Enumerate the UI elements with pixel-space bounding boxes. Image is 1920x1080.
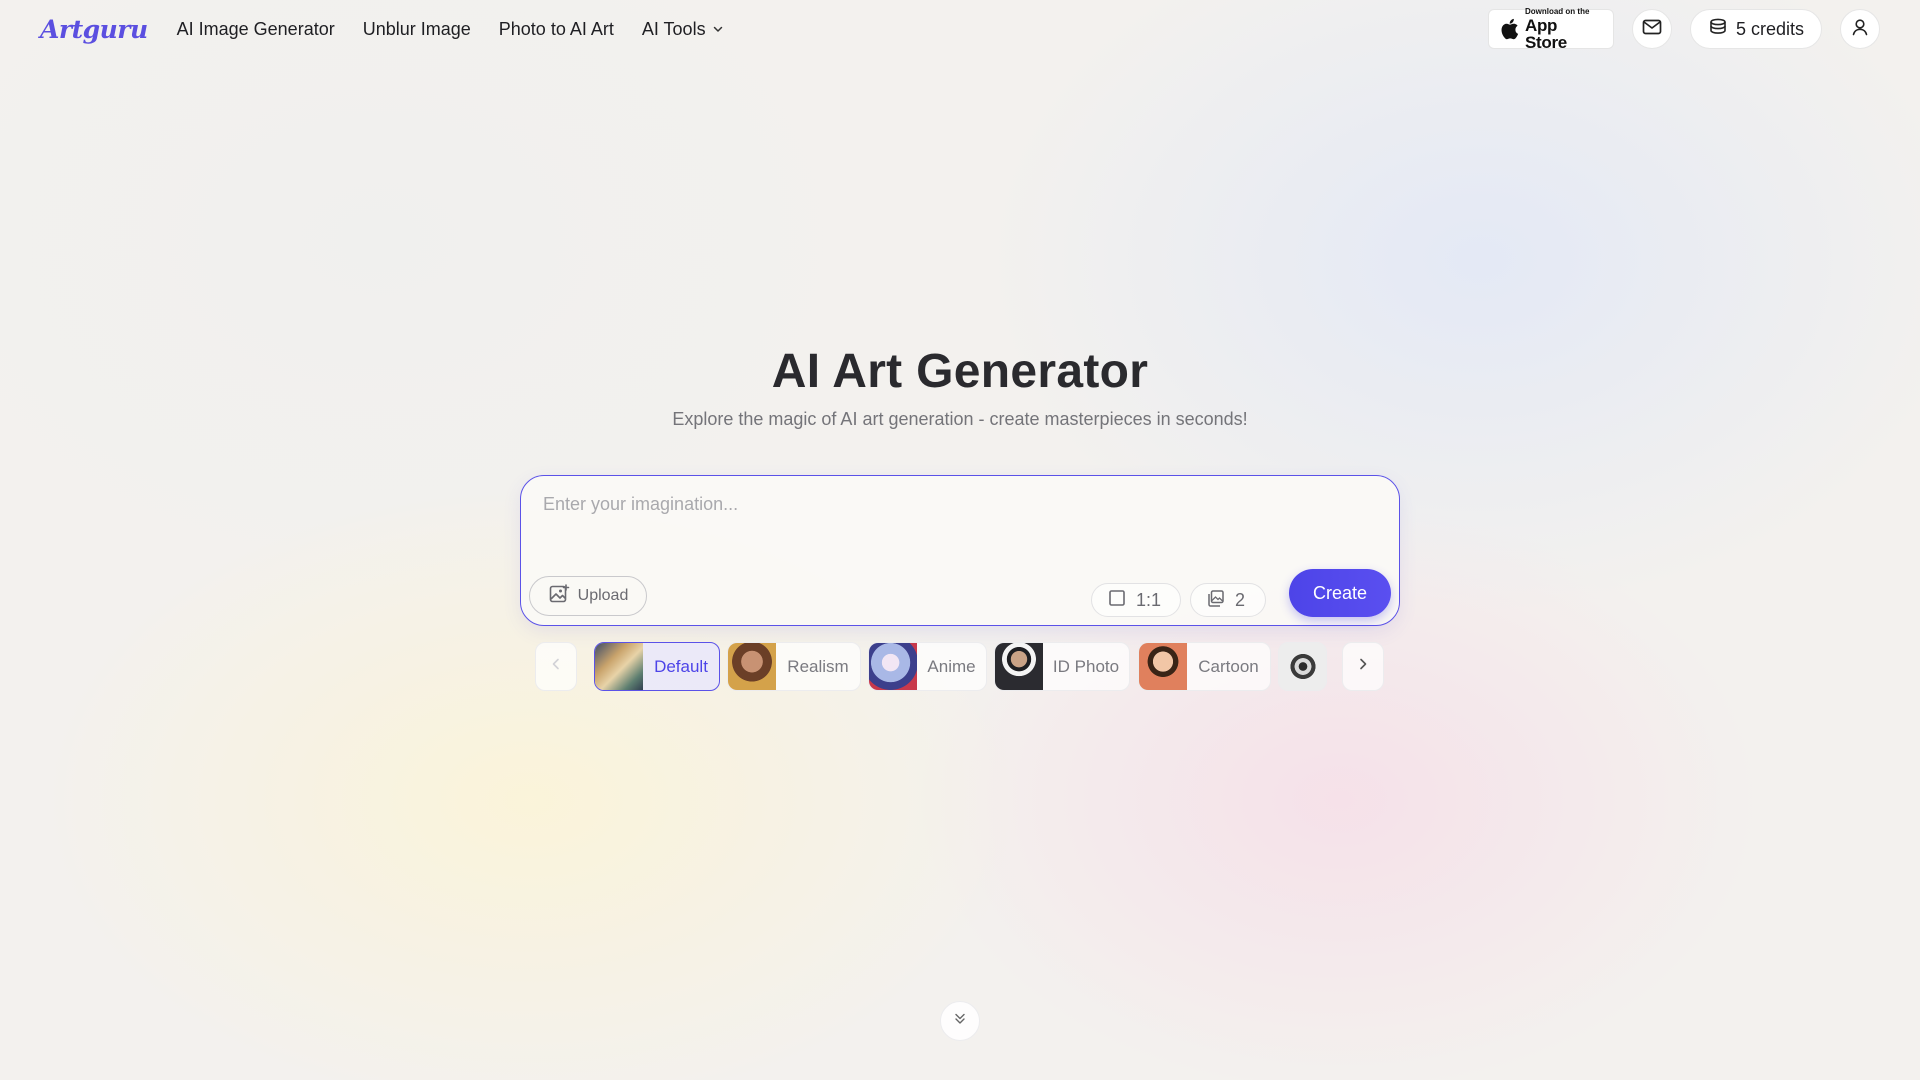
mail-icon xyxy=(1641,16,1663,43)
create-button[interactable]: Create xyxy=(1289,569,1391,617)
chevron-right-icon xyxy=(1356,657,1370,676)
style-label: Cartoon xyxy=(1198,656,1259,676)
styles-next-button[interactable] xyxy=(1342,642,1384,691)
header-actions: Download on the App Store 5 credits xyxy=(1487,6,1880,52)
prompt-panel: Upload 1:1 2 Create xyxy=(520,475,1400,626)
style-selector: Default Realism Anime ID Photo Cartoon xyxy=(535,642,1385,692)
main-nav: AI Image Generator Unblur Image Photo to… xyxy=(177,19,752,40)
style-chip-sketch-partial[interactable] xyxy=(1278,642,1327,691)
aspect-ratio-value: 1:1 xyxy=(1136,589,1162,610)
upload-label: Upload xyxy=(577,587,629,604)
app-store-badge[interactable]: Download on the App Store xyxy=(1487,6,1614,52)
nav-label: AI Image Generator xyxy=(176,18,335,39)
styles-previous-button[interactable] xyxy=(535,642,577,691)
nav-photo-to-ai-art[interactable]: Photo to AI Art xyxy=(499,19,614,40)
style-thumbnail xyxy=(728,643,776,690)
style-chip-cartoon[interactable]: Cartoon xyxy=(1138,642,1271,691)
upload-image-button[interactable]: Upload xyxy=(529,576,647,616)
nav-label: AI Tools xyxy=(641,18,706,39)
nav-ai-tools-dropdown[interactable]: AI Tools xyxy=(642,19,724,40)
apple-icon xyxy=(1499,17,1519,41)
style-chip-default[interactable]: Default xyxy=(594,642,720,691)
user-account-button[interactable] xyxy=(1840,9,1880,49)
style-thumbnail xyxy=(995,643,1043,690)
credits-button[interactable]: 5 credits xyxy=(1689,9,1822,49)
style-thumbnail xyxy=(1139,643,1187,690)
messages-button[interactable] xyxy=(1631,9,1672,49)
app-store-small-text: Download on the xyxy=(1524,6,1590,16)
page-title: AI Art Generator xyxy=(771,345,1149,398)
images-stack-icon xyxy=(1207,589,1225,612)
nav-label: Photo to AI Art xyxy=(498,18,614,39)
image-count-value: 2 xyxy=(1235,589,1246,610)
image-count-selector[interactable]: 2 xyxy=(1190,583,1266,617)
style-label: Anime xyxy=(927,656,976,676)
nav-ai-image-generator[interactable]: AI Image Generator xyxy=(177,19,335,40)
top-navigation-bar: Artguru AI Image Generator Unblur Image … xyxy=(0,0,1920,58)
style-chip-anime[interactable]: Anime xyxy=(868,642,987,691)
coins-stack-icon xyxy=(1708,17,1728,42)
double-chevron-down-icon xyxy=(953,1012,967,1031)
style-label: Realism xyxy=(787,656,849,676)
chevron-down-icon xyxy=(712,23,724,35)
app-store-big-text: App Store xyxy=(1524,15,1567,52)
nav-unblur-image[interactable]: Unblur Image xyxy=(363,19,471,40)
scroll-down-button[interactable] xyxy=(940,1001,980,1041)
style-label: Default xyxy=(654,656,708,676)
nav-label: Unblur Image xyxy=(362,18,471,39)
style-thumbnail xyxy=(869,643,917,690)
chevron-left-icon xyxy=(549,657,563,676)
style-thumbnail xyxy=(595,643,643,690)
style-label: ID Photo xyxy=(1052,656,1120,676)
style-chip-realism[interactable]: Realism xyxy=(727,642,861,691)
square-ratio-icon xyxy=(1108,589,1126,612)
image-upload-icon xyxy=(548,583,570,610)
aspect-ratio-selector[interactable]: 1:1 xyxy=(1091,583,1181,617)
prompt-input[interactable] xyxy=(543,494,1373,554)
style-chip-id-photo[interactable]: ID Photo xyxy=(994,642,1130,691)
user-icon xyxy=(1850,17,1870,42)
page-subtitle: Explore the magic of AI art generation -… xyxy=(672,409,1248,429)
artguru-logo[interactable]: Artguru xyxy=(40,15,148,44)
credits-count: 5 credits xyxy=(1735,18,1804,39)
app-store-text: Download on the App Store xyxy=(1524,6,1603,52)
style-thumbnail xyxy=(1279,643,1326,690)
